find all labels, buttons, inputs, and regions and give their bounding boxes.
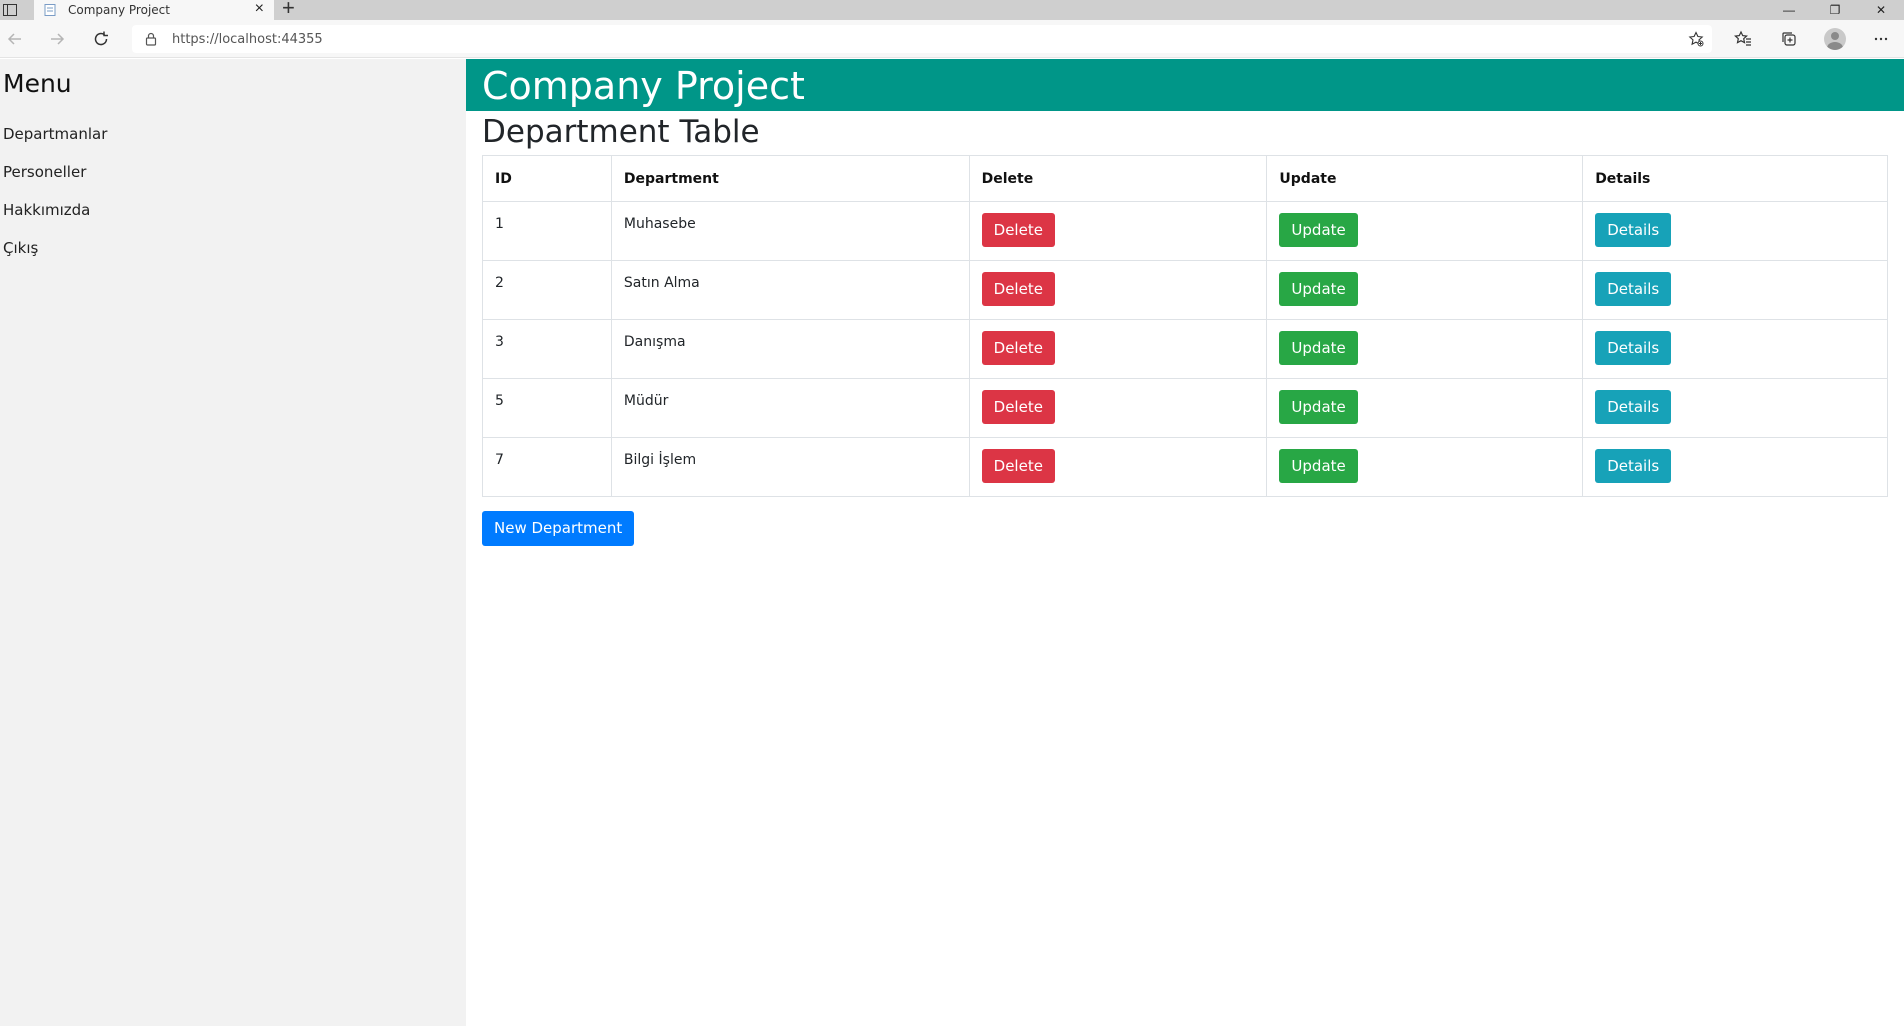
cell-details: Details [1582,260,1888,320]
table-row: 5 Müdür Delete Update Details [482,378,1888,438]
column-header-update: Update [1266,155,1584,202]
update-button[interactable]: Update [1279,213,1358,247]
details-button[interactable]: Details [1595,272,1672,306]
cell-department: Muhasebe [610,201,970,261]
column-header-details: Details [1582,155,1888,202]
sidebar-title: Menu [3,69,72,98]
details-button[interactable]: Details [1595,331,1672,365]
delete-button[interactable]: Delete [981,272,1055,306]
window-controls: — ❐ ✕ [1766,0,1904,20]
back-icon[interactable] [4,28,26,50]
cell-update: Update [1266,201,1584,261]
details-button[interactable]: Details [1595,449,1672,483]
details-button[interactable]: Details [1595,213,1672,247]
collections-icon[interactable] [1766,20,1812,58]
update-button[interactable]: Update [1279,331,1358,365]
app-header: Company Project [466,59,1904,111]
address-bar: https://localhost:44355 [0,20,1904,58]
browser-toolbar [1720,20,1904,58]
cell-update: Update [1266,260,1584,320]
cell-id: 1 [482,201,612,261]
update-button[interactable]: Update [1279,449,1358,483]
browser-tab[interactable]: Company Project × [34,0,274,20]
tab-title: Company Project [68,3,170,17]
refresh-icon[interactable] [90,28,112,50]
table-row: 2 Satın Alma Delete Update Details [482,260,1888,320]
tab-actions-icon[interactable] [0,0,20,20]
sidebar: Menu Departmanlar Personeller Hakkımızda… [0,59,466,1026]
favorites-icon[interactable] [1720,20,1766,58]
avatar-icon [1824,28,1846,50]
cell-department: Bilgi İşlem [610,437,970,497]
lock-icon [145,32,157,46]
sidebar-item-departmanlar[interactable]: Departmanlar [3,124,107,162]
update-button[interactable]: Update [1279,272,1358,306]
cell-update: Update [1266,319,1584,379]
cell-details: Details [1582,437,1888,497]
cell-id: 3 [482,319,612,379]
url-field[interactable]: https://localhost:44355 [132,25,1712,53]
cell-update: Update [1266,378,1584,438]
update-button[interactable]: Update [1279,390,1358,424]
cell-update: Update [1266,437,1584,497]
forward-icon[interactable] [46,28,68,50]
sidebar-item-personeller[interactable]: Personeller [3,162,107,200]
cell-department: Müdür [610,378,970,438]
url-text: https://localhost:44355 [172,31,323,47]
sidebar-menu: Departmanlar Personeller Hakkımızda Çıkı… [3,124,107,276]
new-department-button[interactable]: New Department [482,511,635,546]
cell-delete: Delete [968,201,1268,261]
column-header-id: ID [482,155,612,202]
new-tab-icon[interactable]: + [282,0,295,19]
cell-id: 7 [482,437,612,497]
main-content: Company Project Department Table ID Depa… [466,59,1904,1026]
profile-avatar[interactable] [1812,20,1858,58]
column-header-department: Department [610,155,970,202]
tab-close-icon[interactable]: × [255,1,264,17]
table-row: 7 Bilgi İşlem Delete Update Details [482,437,1888,497]
minimize-icon[interactable]: — [1766,0,1812,20]
cell-id: 5 [482,378,612,438]
delete-button[interactable]: Delete [981,390,1055,424]
delete-button[interactable]: Delete [981,331,1055,365]
delete-button[interactable]: Delete [981,213,1055,247]
app-title: Company Project [482,64,805,108]
cell-department: Satın Alma [610,260,970,320]
cell-details: Details [1582,319,1888,379]
close-window-icon[interactable]: ✕ [1858,0,1904,20]
cell-delete: Delete [968,378,1268,438]
page-title: Department Table [482,114,760,150]
browser-tab-bar: Company Project × + — ❐ ✕ [0,0,1904,20]
cell-details: Details [1582,378,1888,438]
more-options-icon[interactable] [1858,20,1904,58]
sidebar-item-hakkimizda[interactable]: Hakkımızda [3,200,107,238]
sidebar-item-cikis[interactable]: Çıkış [3,238,107,276]
department-table: ID Department Delete Update Details 1 Mu… [482,155,1888,497]
details-button[interactable]: Details [1595,390,1672,424]
cell-delete: Delete [968,260,1268,320]
cell-details: Details [1582,201,1888,261]
cell-delete: Delete [968,319,1268,379]
column-header-delete: Delete [968,155,1268,202]
delete-button[interactable]: Delete [981,449,1055,483]
table-row: 3 Danışma Delete Update Details [482,319,1888,379]
page-favicon-icon [44,4,56,16]
add-favorite-icon[interactable] [1688,31,1704,47]
table-header-row: ID Department Delete Update Details [482,155,1888,202]
cell-department: Danışma [610,319,970,379]
restore-icon[interactable]: ❐ [1812,0,1858,20]
cell-id: 2 [482,260,612,320]
table-row: 1 Muhasebe Delete Update Details [482,201,1888,261]
cell-delete: Delete [968,437,1268,497]
